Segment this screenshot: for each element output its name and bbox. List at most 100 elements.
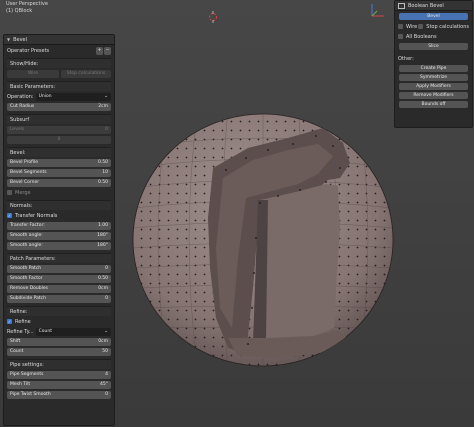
pipe-segments-label: Pipe Segments — [10, 372, 44, 377]
bevel-segments-value: 10 — [102, 170, 108, 175]
shift-field[interactable]: Shift 0cm — [7, 337, 111, 346]
bevel-heading: Bevel: — [7, 147, 111, 157]
pipe-twist-smooth-label: Pipe Twist Smooth — [10, 392, 51, 397]
refine-checkbox[interactable]: ✓ Refine — [7, 317, 111, 326]
all-booleans-check-icon[interactable] — [398, 34, 403, 39]
symmetrize-button[interactable]: Symmetrize — [399, 74, 468, 81]
smooth-factor-label: Smooth Factor — [10, 276, 43, 281]
subsurf-levels-field[interactable]: Levels 0 — [7, 125, 111, 134]
bevel-segments-field[interactable]: Bevel Segments 10 — [7, 168, 111, 177]
pipe-segments-field[interactable]: Pipe Segments 4 — [7, 370, 111, 379]
cut-radius-label: Cut Radius — [10, 104, 35, 109]
chevron-down-icon: ⌄ — [104, 94, 108, 99]
refine-type-dropdown[interactable]: Count ⌄ — [35, 327, 111, 336]
wire-button[interactable]: Wire — [7, 69, 59, 78]
bevel-profile-field[interactable]: Bevel Profile 0.50 — [7, 158, 111, 167]
bevel-corner-value: 0.50 — [97, 180, 108, 185]
check-icon[interactable]: ✓ — [7, 213, 12, 218]
bevel-corner-field[interactable]: Bevel Corner 0.50 — [7, 178, 111, 187]
smooth-angle-value: 180° — [97, 233, 108, 238]
subsurf-render-field[interactable]: 0 — [7, 135, 111, 144]
stop-calc-check-icon[interactable] — [418, 24, 424, 29]
smooth-patch-field[interactable]: Smooth Patch 0 — [7, 264, 111, 273]
smooth-patch-label: Smooth Patch — [10, 266, 42, 271]
stop-calculations-label: Stop calculations — [426, 23, 469, 30]
transfer-factor-field[interactable]: Transfer Factor: 1.00 — [7, 221, 111, 230]
smooth-angle-field[interactable]: Smooth angle: 180° — [7, 231, 111, 240]
smooth-angle-2-value: 180° — [97, 243, 108, 248]
pipe-settings-heading: Pipe settings: — [7, 359, 111, 369]
axis-gizmo-icon[interactable] — [366, 2, 388, 20]
cut-radius-value: 2cm — [98, 104, 108, 109]
refine-type-label: Refine Ty... — [7, 328, 34, 335]
boolean-bevel-header[interactable]: Boolean Bevel — [395, 1, 472, 11]
collapse-arrow-icon[interactable]: ▼ — [7, 37, 10, 42]
boolean-icon — [398, 2, 405, 9]
viewport-mode: User Perspective — [6, 1, 48, 7]
other-heading: Other: — [398, 55, 414, 62]
remove-modifiers-button[interactable]: Remove Modifiers — [399, 92, 468, 99]
preset-add-button[interactable]: + — [96, 46, 103, 55]
viewport-object: (1) QBlock — [6, 8, 33, 14]
sphere-mesh[interactable] — [128, 108, 398, 370]
create-pipe-button[interactable]: Create Pipe — [399, 65, 468, 72]
basic-parameters-heading: Basic Parameters: — [7, 81, 111, 91]
mesh-tilt-field[interactable]: Mesh Tilt 45° — [7, 380, 111, 389]
smooth-factor-field[interactable]: Smooth Factor 0.50 — [7, 274, 111, 283]
smooth-factor-value: 0.50 — [97, 276, 108, 281]
count-value: 50 — [102, 349, 108, 354]
all-booleans-checkbox[interactable]: All Booleans — [398, 32, 469, 41]
mesh-tilt-value: 45° — [100, 382, 108, 387]
wire-checkbox[interactable]: Wire — [398, 24, 417, 30]
bevel-segments-label: Bevel Segments — [10, 170, 47, 175]
operator-presets-label[interactable]: Operator Presets — [7, 48, 49, 54]
merge-checkbox[interactable]: Merge — [7, 188, 111, 197]
operation-label: Operation: — [7, 93, 34, 100]
shift-value: 0cm — [98, 339, 108, 344]
boolean-bevel-panel: Boolean Bevel Bevel Wire Stop calculatio… — [394, 0, 473, 128]
smooth-angle-2-field[interactable]: Smooth angle: 180° — [7, 241, 111, 250]
all-booleans-label: All Booleans — [406, 33, 437, 40]
wire-check-icon[interactable] — [398, 24, 403, 29]
merge-label: Merge — [15, 189, 31, 196]
merge-check-icon[interactable] — [7, 190, 12, 195]
remove-doubles-value: 0cm — [98, 286, 108, 291]
chevron-down-icon: ⌄ — [104, 329, 108, 334]
refine-heading: Refine: — [7, 306, 111, 316]
slice-button[interactable]: Slice — [399, 43, 468, 50]
count-field[interactable]: Count 50 — [7, 347, 111, 356]
pipe-twist-smooth-field[interactable]: Pipe Twist Smooth 0 — [7, 390, 111, 399]
panel-header[interactable]: ▼ Bevel — [4, 35, 114, 45]
transfer-factor-value: 1.00 — [97, 223, 108, 228]
cut-radius-field[interactable]: Cut Radius 2cm — [7, 102, 111, 111]
bevel-button[interactable]: Bevel — [399, 13, 468, 20]
transfer-factor-label: Transfer Factor: — [10, 223, 45, 228]
mesh-tilt-label: Mesh Tilt — [10, 382, 31, 387]
3d-cursor-icon[interactable] — [207, 11, 219, 23]
bevel-corner-label: Bevel Corner — [10, 180, 40, 185]
remove-doubles-label: Remove Doubles — [10, 286, 48, 291]
operation-dropdown[interactable]: Union ⌄ — [35, 92, 111, 101]
smooth-angle-label: Smooth angle: — [10, 233, 43, 238]
stop-calculations-button[interactable]: Stop calculations — [61, 69, 111, 78]
show-hide-heading: Show/Hide: — [7, 58, 111, 68]
smooth-patch-value: 0 — [105, 266, 108, 271]
stop-calculations-checkbox[interactable]: Stop calculations — [418, 24, 469, 30]
count-label: Count — [10, 349, 24, 354]
bounds-off-button[interactable]: Bounds off — [399, 101, 468, 108]
refine-label: Refine — [15, 318, 31, 325]
subdivide-patch-field[interactable]: Subdivide Patch 0 — [7, 294, 111, 303]
pipe-twist-smooth-value: 0 — [105, 392, 108, 397]
subsurf-heading: Subsurf — [7, 114, 111, 124]
bevel-profile-label: Bevel Profile — [10, 160, 38, 165]
remove-doubles-field[interactable]: Remove Doubles 0cm — [7, 284, 111, 293]
panel-title: Bevel — [13, 36, 28, 43]
shift-label: Shift — [10, 339, 21, 344]
levels-value: 0 — [105, 127, 108, 132]
apply-modifiers-button[interactable]: Apply Modifiers — [399, 83, 468, 90]
transfer-normals-checkbox[interactable]: ✓ Transfer Normals — [7, 211, 111, 220]
preset-remove-button[interactable]: − — [104, 46, 111, 55]
operation-value: Union — [38, 94, 52, 99]
transfer-normals-label: Transfer Normals — [15, 212, 58, 219]
check-icon[interactable]: ✓ — [7, 319, 12, 324]
